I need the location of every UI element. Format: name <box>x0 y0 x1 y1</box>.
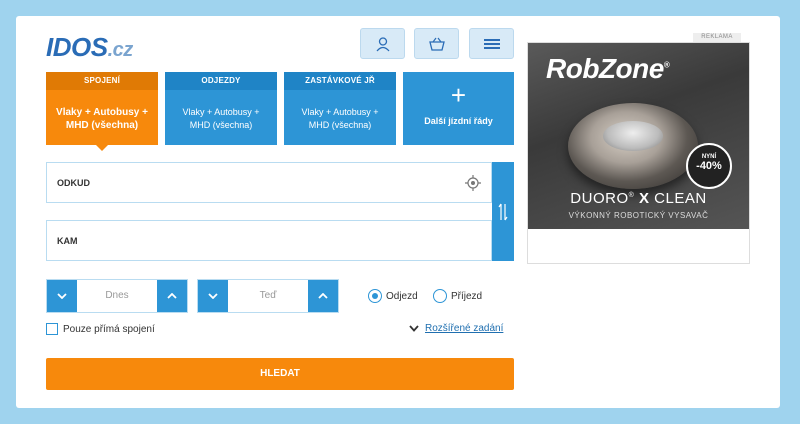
date-down-button[interactable] <box>47 280 77 312</box>
tab-label: Další jízdní řády <box>424 116 493 126</box>
ad-brand: RobZone® <box>546 53 670 85</box>
tab-title: ZASTÁVKOVÉ JŘ <box>284 72 396 90</box>
search-button[interactable]: HLEDAT <box>46 358 514 390</box>
from-input[interactable] <box>47 163 491 202</box>
ad-tagline: VÝKONNÝ ROBOTICKÝ VYSAVAČ <box>568 211 709 220</box>
radio-arrive-circle[interactable] <box>433 289 447 303</box>
radio-arrive-label: Příjezd <box>451 290 483 302</box>
swap-arrows-icon <box>498 203 508 220</box>
robot-core <box>603 121 663 151</box>
robot-vacuum-image <box>568 103 698 189</box>
from-field[interactable] <box>46 162 492 203</box>
ad-brand-text: RobZone <box>546 53 664 84</box>
date-stepper[interactable]: Dnes <box>46 279 188 313</box>
ad-brand-mark: ® <box>663 60 670 70</box>
radio-depart[interactable]: Odjezd <box>368 289 418 303</box>
date-value[interactable]: Dnes <box>77 280 157 312</box>
tab-spojeni[interactable]: SPOJENÍ Vlaky + Autobusy + MHD (všechna) <box>46 72 158 151</box>
logo-suffix: .cz <box>107 39 134 61</box>
ad-label: REKLAMA <box>693 33 741 42</box>
logo-main: IDOS <box>46 32 108 62</box>
locate-icon[interactable] <box>465 175 481 191</box>
tab-title: SPOJENÍ <box>46 72 158 90</box>
chevron-down-icon <box>208 293 218 299</box>
radio-arrive[interactable]: Příjezd <box>433 289 482 303</box>
tab-body: Vlaky + Autobusy + MHD (všechna) <box>182 107 260 130</box>
time-value[interactable]: Teď <box>228 280 308 312</box>
advanced-search-toggle[interactable]: Rozšířené zadání <box>409 323 503 334</box>
tab-body: Vlaky + Autobusy + MHD (všechna) <box>56 107 148 131</box>
chevron-down-icon <box>57 293 67 299</box>
swap-button[interactable] <box>492 162 514 261</box>
tab-title: ODJEZDY <box>165 72 277 90</box>
ad-product-light: DUORO <box>570 190 629 207</box>
menu-button[interactable] <box>469 28 514 59</box>
checkbox-box[interactable] <box>46 323 58 335</box>
radio-depart-circle[interactable] <box>368 289 382 303</box>
user-button[interactable] <box>360 28 405 59</box>
ad-product-title: DUORO® X CLEAN <box>528 190 749 207</box>
chevron-up-icon <box>318 293 328 299</box>
advertisement[interactable]: RobZone® NYNÍ -40% DUORO® X CLEAN VÝKONN… <box>527 42 750 264</box>
radio-depart-label: Odjezd <box>386 290 418 302</box>
chevron-down-icon <box>409 325 419 332</box>
user-icon <box>376 36 389 51</box>
to-input[interactable] <box>47 221 491 260</box>
tab-zastavkove-jr[interactable]: ZASTÁVKOVÉ JŘ Vlaky + Autobusy + MHD (vš… <box>284 72 396 145</box>
sale-badge: NYNÍ -40% <box>686 143 732 189</box>
hamburger-icon <box>483 38 500 49</box>
tab-odjezdy[interactable]: ODJEZDY Vlaky + Autobusy + MHD (všechna) <box>165 72 277 145</box>
advanced-search-link[interactable]: Rozšířené zadání <box>425 323 503 334</box>
basket-button[interactable] <box>414 28 459 59</box>
ad-product-rest: CLEAN <box>654 190 707 207</box>
tab-more-timetables[interactable]: + Další jízdní řády <box>403 72 514 145</box>
time-stepper[interactable]: Teď <box>197 279 339 313</box>
time-up-button[interactable] <box>308 280 338 312</box>
to-field[interactable] <box>46 220 492 261</box>
basket-icon <box>428 37 445 51</box>
ad-product-bold: X <box>638 190 650 207</box>
direct-only-checkbox[interactable]: Pouze přímá spojení <box>46 323 155 335</box>
ad-image: RobZone® NYNÍ -40% DUORO® X CLEAN VÝKONN… <box>528 43 749 229</box>
chevron-up-icon <box>167 293 177 299</box>
sale-top: NYNÍ <box>701 154 717 160</box>
plus-icon: + <box>450 80 467 110</box>
time-down-button[interactable] <box>198 280 228 312</box>
sale-value: -40% <box>696 160 722 172</box>
date-up-button[interactable] <box>157 280 187 312</box>
tab-body: Vlaky + Autobusy + MHD (všechna) <box>301 107 379 130</box>
direct-only-label: Pouze přímá spojení <box>63 323 155 335</box>
ad-product-mark: ® <box>628 192 635 199</box>
idos-logo[interactable]: IDOS.cz <box>46 32 133 63</box>
